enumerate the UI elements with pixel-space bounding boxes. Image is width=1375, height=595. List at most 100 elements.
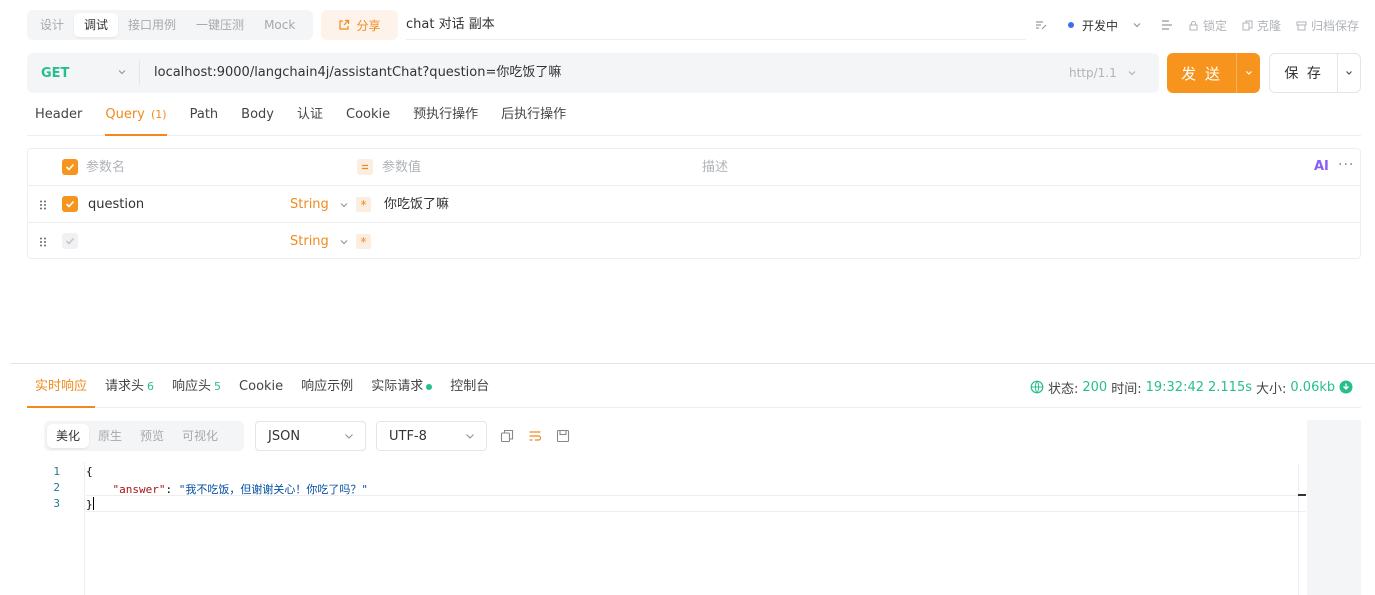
text-cursor [92, 497, 94, 510]
tab-request-headers[interactable]: 请求头 6 [97, 372, 162, 402]
line-gutter: 1 2 3 [44, 462, 85, 595]
current-line-highlight [86, 495, 1306, 512]
size-label: 大小: [1256, 381, 1287, 397]
line-number: 2 [53, 481, 60, 494]
mode-stress-test[interactable]: 一键压测 [186, 13, 254, 37]
tab-console[interactable]: 控制台 [442, 372, 497, 402]
edit-icon[interactable] [1034, 10, 1048, 40]
param-value-input[interactable]: 你吃饭了嘛 [384, 186, 449, 223]
side-panel [1307, 420, 1361, 595]
param-value-header: 参数值 [382, 160, 422, 175]
view-pretty[interactable]: 美化 [47, 424, 90, 448]
mode-cases[interactable]: 接口用例 [118, 13, 186, 37]
required-icon[interactable]: * [356, 197, 371, 212]
json-key: "answer" [112, 483, 166, 496]
tab-query[interactable]: Query (1) [97, 100, 174, 136]
save-icon[interactable] [556, 429, 570, 443]
divider [139, 61, 140, 85]
view-preview[interactable]: 预览 [131, 424, 173, 448]
param-name-input[interactable]: question [88, 186, 144, 223]
tab-header[interactable]: Header [27, 100, 90, 130]
response-size: 0.06kb [1290, 379, 1336, 395]
url-input[interactable]: localhost:9000/langchain4j/assistantChat… [154, 53, 561, 93]
send-button[interactable]: 发 送 [1167, 53, 1236, 93]
view-raw[interactable]: 原生 [89, 424, 131, 448]
query-params-table: 参数名 参数值 描述 AI ··· question String * 你吃饭了… [27, 148, 1361, 259]
url-bar: GET localhost:9000/langchain4j/assistant… [27, 53, 1159, 93]
tab-actual-request[interactable]: 实际请求 [363, 372, 440, 402]
response-time: 19:32:42 [1145, 379, 1204, 395]
save-button[interactable]: 保 存 [1270, 54, 1337, 92]
save-dropdown[interactable] [1337, 54, 1360, 92]
param-type-select[interactable]: String [290, 223, 349, 260]
archive-label: 归档保存 [1311, 18, 1360, 33]
method-select[interactable]: GET [27, 53, 139, 93]
globe-icon[interactable] [1030, 380, 1044, 394]
line-number: 3 [53, 497, 60, 510]
tab-pre-script[interactable]: 预执行操作 [405, 100, 486, 130]
lock-label: 锁定 [1203, 18, 1228, 33]
lock-icon [1189, 20, 1198, 30]
mode-design[interactable]: 设计 [30, 13, 74, 37]
table-header: 参数名 参数值 描述 AI ··· [28, 149, 1360, 186]
row-checkbox[interactable] [62, 196, 78, 212]
chevron-down-icon [340, 202, 348, 207]
share-icon [338, 19, 350, 31]
environment-select[interactable]: 开发中 [1068, 10, 1142, 40]
mode-debug[interactable]: 调试 [74, 13, 119, 37]
tab-body[interactable]: Body [233, 100, 282, 130]
response-body-editor[interactable]: 1 2 3 { "answer": "我不吃饭，但谢谢关心！你吃了吗？" } [44, 462, 1306, 595]
status-label: 状态: [1048, 381, 1079, 397]
share-label: 分享 [356, 18, 381, 33]
code-line-1: { [86, 465, 93, 478]
download-icon[interactable] [1339, 380, 1353, 394]
send-dropdown[interactable] [1236, 53, 1260, 93]
environment-label: 开发中 [1082, 18, 1119, 33]
required-icon[interactable]: * [356, 234, 371, 249]
http-version-select[interactable]: http/1.1 [1069, 53, 1137, 93]
chevron-down-icon [340, 239, 348, 244]
status-code: 200 [1082, 379, 1108, 395]
tab-path[interactable]: Path [182, 100, 227, 130]
view-visualize[interactable]: 可视化 [173, 424, 227, 448]
request-tabs: Header Query (1) Path Body 认证 Cookie 预执行… [27, 100, 1361, 136]
lock-button[interactable]: 锁定 [1188, 10, 1227, 40]
bulk-edit-icon[interactable] [357, 159, 373, 175]
tab-auth[interactable]: 认证 [289, 100, 331, 130]
request-title[interactable]: chat 对话 副本 [406, 10, 1026, 40]
tab-response-examples[interactable]: 响应示例 [293, 372, 361, 402]
param-type-select[interactable]: String [290, 186, 349, 223]
method-label: GET [41, 65, 70, 81]
tab-post-script[interactable]: 后执行操作 [493, 100, 574, 130]
code-line-3: } [86, 497, 94, 511]
encoding-select[interactable]: UTF-8 [376, 421, 487, 451]
clone-button[interactable]: 克隆 [1242, 10, 1281, 40]
layout-icon[interactable] [1160, 10, 1174, 40]
panel-divider[interactable] [10, 363, 1375, 364]
chevron-down-icon [1346, 71, 1353, 75]
archive-button[interactable]: 归档保存 [1296, 10, 1359, 40]
row-checkbox[interactable] [62, 233, 78, 249]
clone-label: 克隆 [1257, 18, 1282, 33]
chevron-down-icon [345, 434, 353, 439]
tab-live-response[interactable]: 实时响应 [27, 372, 96, 408]
editor-scrollbar[interactable] [1298, 464, 1306, 595]
tab-response-headers[interactable]: 响应头 5 [164, 372, 229, 402]
tab-cookie[interactable]: Cookie [338, 100, 398, 130]
scrollbar-marker [1298, 494, 1306, 496]
format-label: JSON [268, 428, 301, 444]
share-button[interactable]: 分享 [321, 10, 398, 40]
drag-handle-icon[interactable] [39, 200, 47, 210]
more-icon[interactable]: ··· [1338, 157, 1354, 173]
format-select[interactable]: JSON [255, 421, 366, 451]
tab-cookie[interactable]: Cookie [231, 372, 291, 402]
mode-mock[interactable]: Mock [254, 13, 305, 37]
wrap-icon[interactable] [528, 429, 542, 443]
select-all-checkbox[interactable] [62, 159, 78, 175]
param-description-header: 描述 [702, 160, 729, 175]
ai-icon[interactable]: AI [1314, 159, 1329, 174]
json-value: "我不吃饭，但谢谢关心！你吃了吗？" [178, 483, 368, 496]
drag-handle-icon[interactable] [39, 237, 47, 247]
param-name-header: 参数名 [86, 160, 126, 175]
copy-icon[interactable] [500, 429, 514, 443]
